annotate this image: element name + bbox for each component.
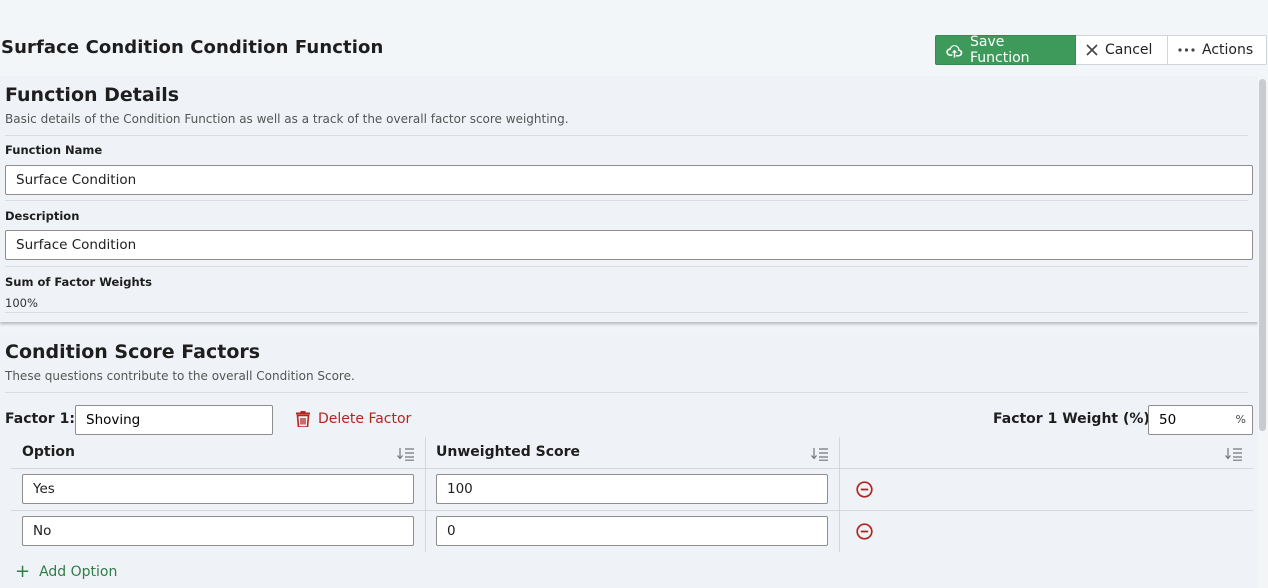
factor-label: Factor 1: bbox=[5, 411, 75, 427]
divider bbox=[5, 266, 1248, 267]
plus-icon: + bbox=[15, 561, 31, 582]
cancel-label: Cancel bbox=[1105, 42, 1153, 58]
function-details-title: Function Details bbox=[5, 84, 180, 106]
column-header-score-label: Unweighted Score bbox=[436, 444, 581, 460]
function-details-subtitle: Basic details of the Condition Function … bbox=[5, 112, 569, 126]
delete-factor-button[interactable]: Delete Factor bbox=[296, 411, 411, 427]
sort-icon[interactable] bbox=[811, 447, 829, 461]
sum-weights-label: Sum of Factor Weights bbox=[5, 275, 152, 289]
score-input[interactable] bbox=[436, 474, 828, 504]
remove-circle-icon[interactable] bbox=[856, 523, 873, 540]
divider bbox=[5, 392, 1248, 393]
column-header-option-label: Option bbox=[22, 444, 75, 460]
grid-header: Option Unweighted Score bbox=[11, 437, 1253, 469]
column-divider bbox=[425, 437, 426, 552]
more-horizontal-icon bbox=[1178, 48, 1195, 52]
score-input[interactable] bbox=[436, 516, 828, 546]
description-label: Description bbox=[5, 209, 80, 223]
function-name-input[interactable] bbox=[5, 165, 1253, 195]
trash-icon bbox=[296, 411, 310, 427]
actions-label: Actions bbox=[1202, 42, 1254, 58]
close-icon bbox=[1086, 44, 1098, 56]
top-bar: Surface Condition Condition Function Sav… bbox=[0, 0, 1268, 77]
sort-icon[interactable] bbox=[397, 447, 415, 461]
page-title: Surface Condition Condition Function bbox=[1, 37, 384, 58]
factors-subtitle: These questions contribute to the overal… bbox=[5, 369, 355, 383]
option-input[interactable] bbox=[22, 474, 414, 504]
divider bbox=[5, 200, 1248, 201]
cloud-upload-icon bbox=[946, 44, 963, 58]
factor-weight-label: Factor 1 Weight (%): bbox=[993, 411, 1156, 427]
sort-icon[interactable] bbox=[1225, 447, 1243, 461]
header-button-group: Save Function Cancel Actions bbox=[935, 34, 1267, 66]
factor-name-input[interactable] bbox=[75, 405, 273, 435]
description-input[interactable] bbox=[5, 230, 1253, 260]
remove-circle-icon[interactable] bbox=[856, 481, 873, 498]
delete-factor-label: Delete Factor bbox=[318, 411, 412, 427]
add-option-button[interactable]: + Add Option bbox=[15, 563, 117, 581]
save-function-label: Save Function bbox=[970, 34, 1030, 66]
row-divider bbox=[11, 510, 1253, 511]
cancel-button[interactable]: Cancel bbox=[1076, 35, 1168, 65]
save-function-button[interactable]: Save Function bbox=[935, 34, 1076, 66]
factor-weight-input[interactable] bbox=[1149, 406, 1229, 434]
scrollbar[interactable] bbox=[1258, 77, 1268, 588]
column-header-option[interactable]: Option bbox=[11, 437, 425, 469]
factor-weight-field[interactable]: % bbox=[1148, 405, 1253, 435]
divider bbox=[5, 312, 1248, 313]
function-details-panel: Function Details Basic details of the Co… bbox=[0, 77, 1258, 322]
condition-score-factors-panel: Condition Score Factors These questions … bbox=[0, 333, 1258, 588]
option-input[interactable] bbox=[22, 516, 414, 546]
percent-unit: % bbox=[1235, 413, 1246, 426]
actions-button[interactable]: Actions bbox=[1168, 35, 1267, 65]
function-name-label: Function Name bbox=[5, 143, 103, 157]
scrollbar-thumb[interactable] bbox=[1259, 79, 1266, 431]
add-option-label: Add Option bbox=[39, 564, 118, 580]
factors-title: Condition Score Factors bbox=[5, 341, 261, 363]
divider bbox=[5, 135, 1248, 136]
column-header-unweighted-score[interactable]: Unweighted Score bbox=[425, 437, 839, 469]
column-divider bbox=[839, 437, 840, 552]
sum-weights-value: 100% bbox=[5, 296, 38, 310]
